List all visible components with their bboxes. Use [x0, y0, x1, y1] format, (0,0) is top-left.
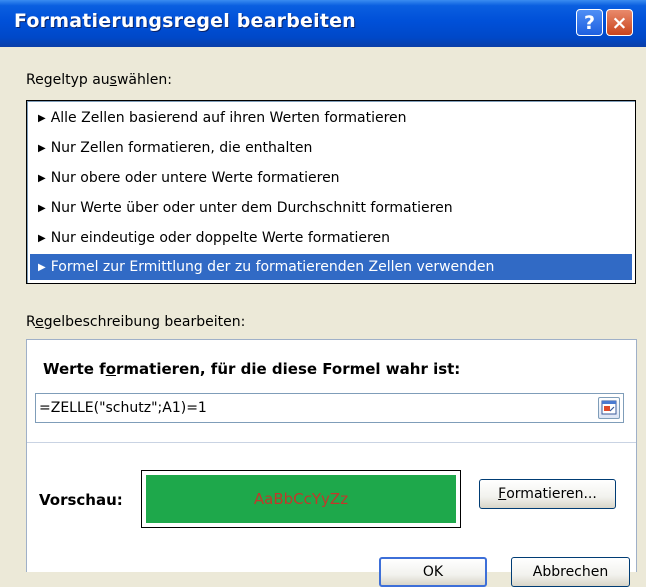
rule-type-item-label: Nur Zellen formatieren, die enthalten — [50, 140, 313, 156]
ok-button[interactable]: OK — [379, 557, 487, 587]
rule-type-item[interactable]: ▶ Nur Zellen formatieren, die enthalten — [30, 135, 632, 161]
close-button[interactable]: × — [606, 9, 633, 36]
bullet-icon: ▶ — [38, 173, 46, 184]
format-button-mnemonic: F — [498, 486, 507, 502]
rule-type-item[interactable]: ▶ Nur eindeutige oder doppelte Werte form… — [30, 225, 632, 251]
preview-fill: AaBbCcYyZz — [146, 475, 456, 523]
rule-type-list[interactable]: ▶ Alle Zellen basierend auf ihren Werten … — [26, 100, 636, 284]
formula-heading-mnemonic: o — [105, 360, 116, 378]
bullet-icon: ▶ — [38, 113, 46, 124]
bullet-icon: ▶ — [38, 233, 46, 244]
rule-description-label: Regelbeschreibung bearbeiten: — [26, 314, 245, 330]
formula-value: =ZELLE("schutz";A1)=1 — [39, 400, 207, 416]
ok-button-label: OK — [422, 564, 444, 580]
help-icon: ? — [583, 11, 596, 34]
rule-description-label-text: R — [26, 314, 36, 330]
bullet-icon: ▶ — [38, 203, 46, 214]
formula-heading-rest: rmatieren, für die diese Formel wahr ist… — [116, 360, 461, 378]
rule-type-item[interactable]: ▶ Nur obere oder untere Werte formatieren — [30, 165, 632, 191]
range-select-icon — [601, 400, 617, 415]
rule-type-label-text: Regeltyp au — [26, 72, 110, 88]
rule-type-item-selected[interactable]: ▶ Formel zur Ermittlung der zu formatiere… — [30, 254, 632, 280]
rule-type-item-label: Nur Werte über oder unter dem Durchschni… — [50, 200, 453, 216]
preview-sample-text: AaBbCcYyZz — [253, 490, 349, 508]
rule-type-item[interactable]: ▶ Nur Werte über oder unter dem Durchschn… — [30, 195, 632, 221]
rule-type-item-label: Alle Zellen basierend auf ihren Werten f… — [50, 110, 407, 126]
bullet-icon: ▶ — [38, 262, 46, 273]
rule-description-panel: Werte formatieren, für die diese Formel … — [26, 339, 637, 587]
preview-label: Vorschau: — [39, 491, 123, 509]
bullet-icon: ▶ — [38, 143, 46, 154]
help-button[interactable]: ? — [576, 9, 603, 36]
rule-type-item-label: Formel zur Ermittlung der zu formatieren… — [50, 259, 495, 275]
format-button-label: ormatieren... — [506, 486, 597, 502]
rule-description-label-mnemonic: e — [35, 314, 44, 330]
close-icon: × — [611, 11, 628, 34]
title-bar: Formatierungsregel bearbeiten ? × — [0, 0, 646, 47]
preview-box: AaBbCcYyZz — [141, 470, 461, 528]
rule-type-item-label: Nur obere oder untere Werte formatieren — [50, 170, 340, 186]
rule-type-label-rest: wählen: — [116, 72, 172, 88]
formula-input[interactable]: =ZELLE("schutz";A1)=1 — [35, 393, 624, 423]
formula-heading-text: Werte f — [43, 360, 106, 378]
rule-type-item-label: Nur eindeutige oder doppelte Werte forma… — [50, 230, 390, 246]
rule-type-item[interactable]: ▶ Alle Zellen basierend auf ihren Werten … — [30, 105, 632, 131]
cancel-button-label: Abbrechen — [532, 564, 609, 580]
window-title: Formatierungsregel bearbeiten — [14, 10, 356, 32]
divider — [27, 442, 636, 443]
rule-type-label-mnemonic: s — [109, 72, 117, 88]
cancel-button[interactable]: Abbrechen — [511, 557, 630, 587]
rule-description-label-rest: gelbeschreibung bearbeiten: — [43, 314, 246, 330]
format-button[interactable]: Formatieren... — [479, 479, 616, 509]
formula-heading: Werte formatieren, für die diese Formel … — [43, 360, 460, 378]
collapse-dialog-button[interactable] — [598, 397, 620, 419]
rule-type-label: Regeltyp auswählen: — [26, 72, 172, 88]
